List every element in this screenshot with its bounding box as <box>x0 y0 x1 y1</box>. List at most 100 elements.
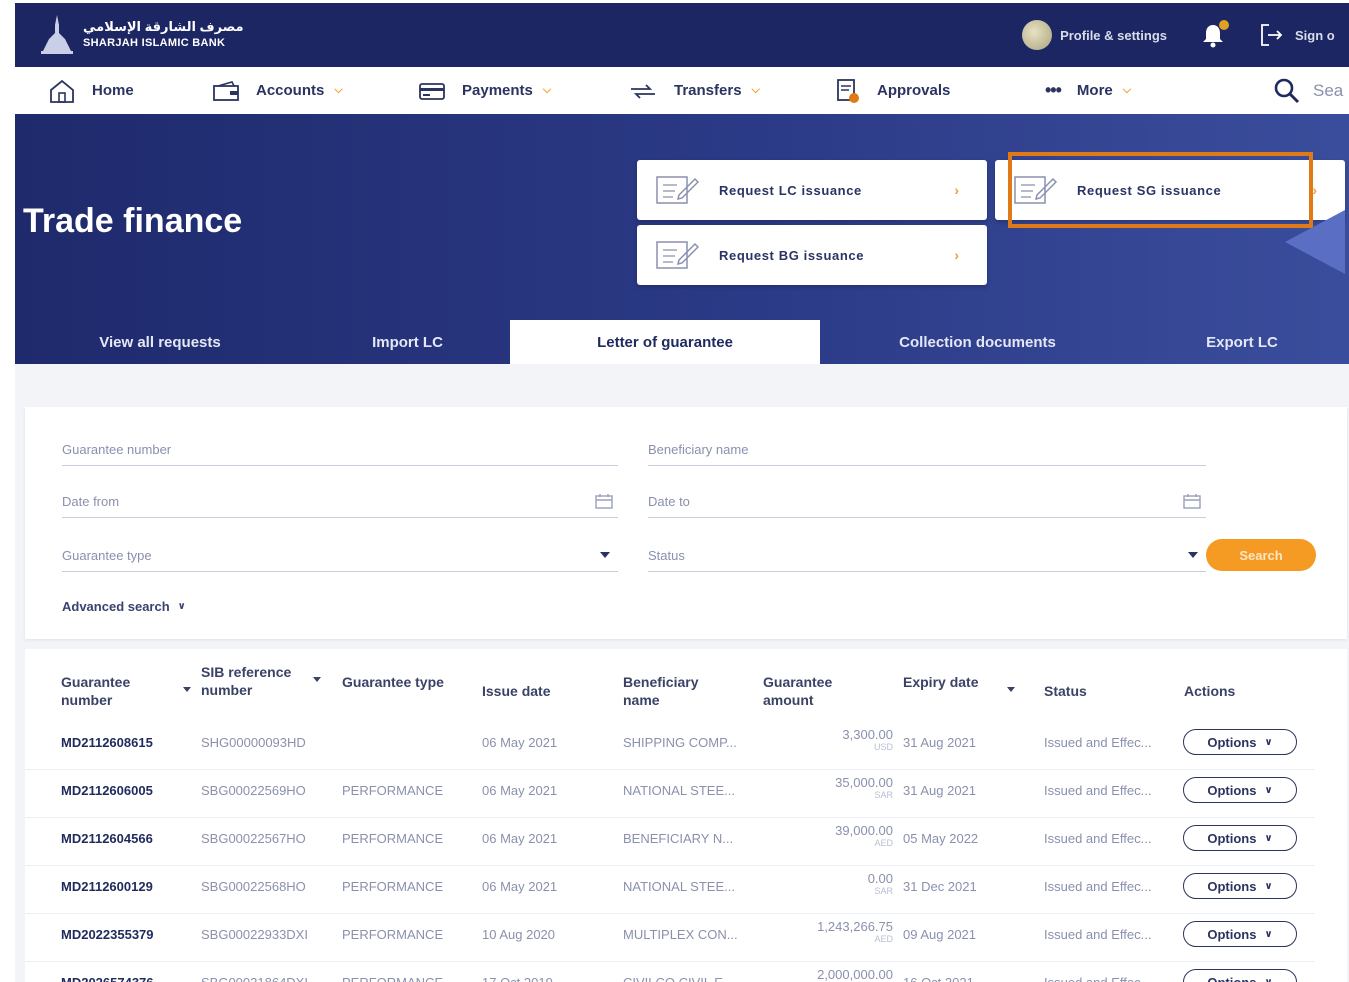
header-expiry-date[interactable]: Expiry date <box>903 673 1015 692</box>
calendar-icon[interactable] <box>594 492 614 510</box>
header-label: Guarantee amount <box>763 674 833 708</box>
options-button[interactable]: Options ∨ <box>1183 969 1297 982</box>
amount-value: 39,000.00 <box>835 823 893 838</box>
amount-value: 0.00 <box>867 871 893 886</box>
chevron-right-icon: › <box>954 247 959 263</box>
issue-date-cell: 06 May 2021 <box>482 783 558 798</box>
notifications-button[interactable] <box>1199 20 1229 49</box>
guarantee-type-placeholder: Guarantee type <box>62 547 152 563</box>
guarantee-number-cell[interactable]: MD2112600129 <box>61 879 196 894</box>
search-button[interactable]: Search <box>1206 539 1316 571</box>
options-button[interactable]: Options ∨ <box>1183 873 1297 899</box>
chevron-down-icon: ∨ <box>177 601 186 612</box>
header-sib-reference[interactable]: SIB reference number <box>201 663 321 699</box>
amount-currency: AED <box>874 934 893 944</box>
page-title: Trade finance <box>23 202 243 240</box>
nav-accounts[interactable]: Accounts ⌵ <box>212 67 343 114</box>
date-from-placeholder: Date from <box>62 493 120 509</box>
options-button[interactable]: Options ∨ <box>1183 825 1297 851</box>
card-icon <box>419 82 445 100</box>
main-nav: Home Accounts ⌵ Payments ⌵ Transfers ⌵ Appr… <box>15 67 1349 115</box>
beneficiary-name-cell: SHIPPING COMP... <box>623 735 737 750</box>
nav-payments-label: Payments <box>462 82 533 99</box>
guarantee-number-cell[interactable]: MD2112604566 <box>61 831 196 846</box>
chevron-down-icon: ∨ <box>1264 832 1273 844</box>
guarantee-number-field[interactable]: Guarantee number <box>62 433 618 466</box>
status-cell: Issued and Effec... <box>1044 783 1152 798</box>
nav-approvals[interactable]: Approvals <box>835 67 950 114</box>
table-row[interactable]: MD2112600129 SBG00022568HO PERFORMANCE 06 M… <box>25 865 1315 914</box>
filter-panel: Guarantee number Beneficiary name Date f… <box>25 407 1347 639</box>
top-bar: مصرف الشارقة الإسلامي SHARJAH ISLAMIC BA… <box>15 3 1349 67</box>
guarantee-number-placeholder: Guarantee number <box>62 441 172 457</box>
calendar-icon[interactable] <box>1182 492 1202 510</box>
guarantee-number-cell[interactable]: MD2026574376 <box>61 975 196 982</box>
table-row[interactable]: MD2022355379 SBG00022933DXI PERFORMANCE 10 … <box>25 913 1315 962</box>
chevron-down-icon: ⌵ <box>542 84 552 96</box>
date-to-field[interactable]: Date to <box>648 485 1206 518</box>
status-cell: Issued and Effec... <box>1044 879 1152 894</box>
table-row[interactable]: MD2112606005 SBG00022569HO PERFORMANCE 06 M… <box>25 769 1315 818</box>
beneficiary-name-cell: NATIONAL STEE... <box>623 783 735 798</box>
guarantee-type-cell: PERFORMANCE <box>342 975 477 982</box>
sib-reference-cell: SHG00000093HD <box>201 735 306 750</box>
profile-settings-link[interactable]: Profile & settings <box>1022 20 1167 50</box>
home-icon <box>50 79 74 103</box>
nav-transfers[interactable]: Transfers ⌵ <box>628 67 760 114</box>
date-to-placeholder: Date to <box>648 493 690 509</box>
nav-search[interactable]: Sea <box>1273 67 1343 114</box>
amount-value: 2,000,000.00 <box>817 967 893 982</box>
sort-icon <box>313 677 321 682</box>
request-bg-issuance-card[interactable]: Request BG issuance › <box>637 225 987 285</box>
tab-letter-of-guarantee[interactable]: Letter of guarantee <box>510 320 820 364</box>
tab-collection-documents[interactable]: Collection documents <box>820 320 1135 364</box>
advanced-search-toggle[interactable]: Advanced search ∨ <box>62 599 186 614</box>
tab-import-lc[interactable]: Import LC <box>305 320 510 364</box>
options-button[interactable]: Options ∨ <box>1183 777 1297 803</box>
options-label: Options <box>1207 782 1257 798</box>
more-dots-icon: ••• <box>1045 80 1062 100</box>
nav-more[interactable]: ••• More ⌵ <box>1045 67 1131 114</box>
sign-out-icon <box>1261 24 1283 46</box>
options-button[interactable]: Options ∨ <box>1183 729 1297 755</box>
bank-name-arabic: مصرف الشارقة الإسلامي <box>83 19 244 34</box>
guarantee-amount-cell: 2,000,000.00AED <box>773 967 893 982</box>
nav-payments[interactable]: Payments ⌵ <box>418 67 551 114</box>
nav-search-label: Sea <box>1313 80 1344 100</box>
header-label: Beneficiary name <box>623 674 699 708</box>
tab-export-lc[interactable]: Export LC <box>1135 320 1349 364</box>
table-row[interactable]: MD2026574376 SBG00021864DXI PERFORMANCE 17 … <box>25 961 1315 982</box>
amount-currency: USD <box>873 742 893 752</box>
guarantee-number-cell[interactable]: MD2112606005 <box>61 783 196 798</box>
chevron-down-icon: ∨ <box>1264 736 1273 748</box>
guarantee-number-cell[interactable]: MD2022355379 <box>61 927 196 942</box>
request-lc-issuance-card[interactable]: Request LC issuance › <box>637 160 987 220</box>
chevron-down-icon: ∨ <box>1264 880 1273 892</box>
sib-reference-cell: SBG00022569HO <box>201 783 306 798</box>
tab-view-all-requests[interactable]: View all requests <box>15 320 305 364</box>
sign-out-label: Sign o <box>1295 27 1335 43</box>
options-label: Options <box>1207 734 1257 750</box>
chevron-down-icon: ∨ <box>1264 976 1273 982</box>
header-guarantee-number[interactable]: Guarantee number <box>61 673 191 709</box>
chevron-right-icon: › <box>954 182 959 198</box>
nav-home[interactable]: Home <box>48 67 134 114</box>
request-bg-label: Request BG issuance <box>719 247 865 263</box>
beneficiary-name-cell: CIVILCO CIVIL E... <box>623 975 758 982</box>
date-from-field[interactable]: Date from <box>62 485 618 518</box>
beneficiary-name-field[interactable]: Beneficiary name <box>648 433 1206 466</box>
highlight-box <box>1008 152 1313 228</box>
status-placeholder: Status <box>648 547 685 563</box>
table-row[interactable]: MD2112604566 SBG00022567HO PERFORMANCE 06 M… <box>25 817 1315 866</box>
bank-logo[interactable]: مصرف الشارقة الإسلامي SHARJAH ISLAMIC BA… <box>37 13 244 57</box>
header-label: Status <box>1044 683 1087 699</box>
options-button[interactable]: Options ∨ <box>1183 921 1297 947</box>
sign-out-link[interactable]: Sign o <box>1259 22 1349 48</box>
guarantee-number-cell[interactable]: MD2112608615 <box>61 735 196 750</box>
guarantee-type-select[interactable]: Guarantee type <box>62 539 618 572</box>
search-icon <box>1274 78 1300 103</box>
status-select[interactable]: Status <box>648 539 1206 572</box>
table-row[interactable]: MD2112608615 SHG00000093HD 06 May 2021 SHIP… <box>25 721 1315 770</box>
header-label: Actions <box>1184 683 1236 699</box>
transfer-icon <box>631 83 655 99</box>
